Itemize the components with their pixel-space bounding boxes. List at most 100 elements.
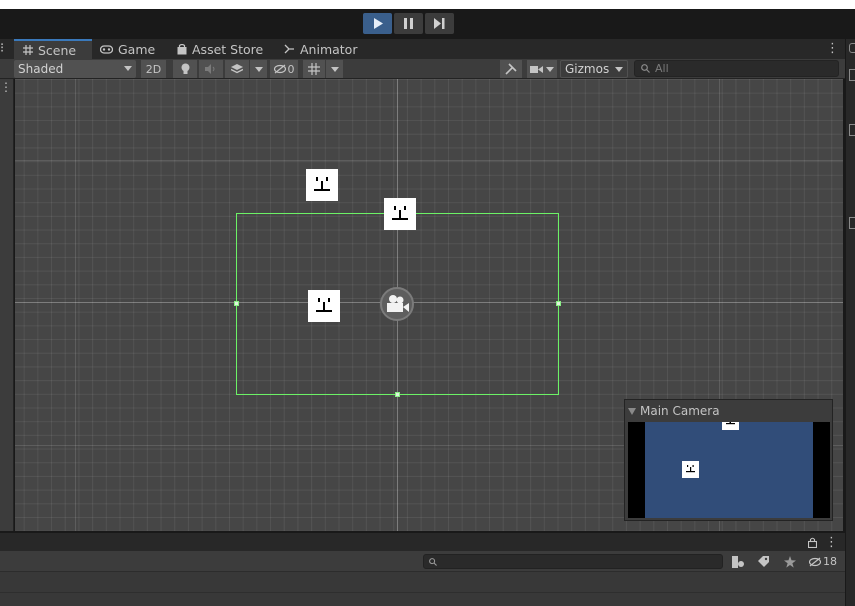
face-sprite[interactable] [384,198,416,230]
camera-preview-header[interactable]: Main Camera [628,403,720,419]
tag-icon [757,556,769,567]
grid-snap-icon [308,63,320,75]
lock-icon[interactable] [808,537,817,548]
audio-toggle-button[interactable] [199,60,223,78]
tools-button[interactable] [500,60,522,78]
tab-scene[interactable]: Scene [14,39,92,59]
smiley-face-icon [686,465,695,473]
play-icon [373,18,383,29]
project-search-input[interactable] [423,554,723,569]
bottom-panel-header: ⋮ [0,532,845,551]
panel-icon[interactable] [849,69,855,81]
grid-toggle-button[interactable] [303,60,325,78]
face-sprite[interactable] [306,169,338,201]
tab-options-icon[interactable]: ⋮ [826,42,839,55]
hidden-objects-toggle[interactable]: 0 [270,60,298,78]
left-panel-edge: ⋮ [0,79,14,531]
speaker-muted-icon [205,64,215,74]
movie-camera-icon [387,295,409,312]
lighting-toggle-button[interactable] [173,60,197,78]
play-button[interactable] [363,13,392,34]
camera-preview-render [628,422,830,518]
gizmos-dropdown[interactable]: Gizmos [560,60,628,78]
filter-by-type-button[interactable] [728,553,748,570]
eye-slash-icon [273,64,286,74]
camera-preview-title: Main Camera [640,404,720,418]
eye-slash-icon [809,557,821,566]
gizmos-label: Gizmos [565,62,610,76]
chevron-down-icon [615,67,623,72]
grid-line [15,160,843,161]
project-panel-body [0,572,845,606]
pause-button[interactable] [394,13,423,34]
search-icon [429,558,437,566]
grid-icon [23,45,33,55]
filter-by-label-button[interactable] [753,553,773,570]
panel-icon[interactable] [849,124,855,136]
draw-mode-dropdown[interactable]: Shaded [14,60,136,78]
panel-menu-icon[interactable]: ⁝ [0,42,4,55]
step-button[interactable] [425,13,454,34]
camera-bounds-handle-right[interactable] [556,301,561,306]
bottom-panel-toolbar: 18 [0,551,845,572]
chevron-down-icon [254,66,263,72]
divider [0,592,845,593]
search-icon [641,64,650,73]
chevron-down-icon [546,66,554,72]
toggle-2d-button[interactable]: 2D [141,60,166,78]
gamepad-icon [100,44,113,54]
tab-animator[interactable]: Animator [284,39,357,59]
tab-label-animator: Animator [300,41,358,57]
chevron-down-icon [124,66,132,71]
collapse-triangle-icon[interactable] [628,407,636,415]
draw-mode-label: Shaded [18,62,64,76]
hidden-objects-count: 0 [287,62,295,76]
smiley-face-icon [392,206,408,220]
panel-icon[interactable] [849,217,855,229]
bottom-panel-menu-icon[interactable]: ⋮ [825,536,838,549]
star-icon [784,555,796,568]
animator-icon [284,44,294,54]
play-controls [363,13,454,34]
tab-label-game: Game [118,41,156,57]
hidden-packages-count: 18 [823,555,837,568]
face-sprite[interactable] [308,290,340,322]
favorites-button[interactable] [780,553,800,570]
lightbulb-icon [181,63,189,74]
layers-icon [231,63,243,73]
camera-gizmo[interactable] [380,287,414,321]
camera-preview-panel: Main Camera [624,399,833,521]
scene-toolbar: Shaded 2D 0 Gizmos All [0,59,845,79]
effects-toggle-button[interactable] [225,60,249,78]
window-top-strip [0,0,855,9]
overlay-menu-icon[interactable]: ⋮ [0,81,12,93]
camera-bounds-handle-bottom[interactable] [395,392,400,397]
chevron-down-icon [330,66,339,72]
right-panel-edge [845,39,855,606]
main-toolbar [0,9,855,38]
shapes-icon [732,555,744,568]
grid-dropdown-button[interactable] [326,60,343,78]
search-placeholder: All [655,62,669,75]
camera-settings-button[interactable] [527,60,557,78]
smiley-face-icon [314,177,330,191]
face-sprite [722,422,739,430]
face-sprite [682,461,699,478]
tab-label-asset-store: Asset Store [192,41,264,57]
camera-preview-background [645,422,813,518]
hidden-packages-toggle[interactable]: 18 [806,553,840,570]
smiley-face-icon [726,422,735,425]
tab-asset-store[interactable]: Asset Store [177,39,263,59]
wrench-icon [505,63,517,75]
step-icon [434,18,445,29]
panel-icon[interactable] [849,43,855,53]
grid-line [75,79,76,531]
pause-icon [404,18,413,29]
tab-label-scene: Scene [38,42,77,58]
video-camera-icon [530,65,543,73]
scene-search-input[interactable]: All [634,60,839,77]
toggle-2d-label: 2D [145,62,162,76]
effects-dropdown-button[interactable] [250,60,267,78]
camera-bounds-handle-left[interactable] [234,301,239,306]
tab-game[interactable]: Game [100,39,155,59]
